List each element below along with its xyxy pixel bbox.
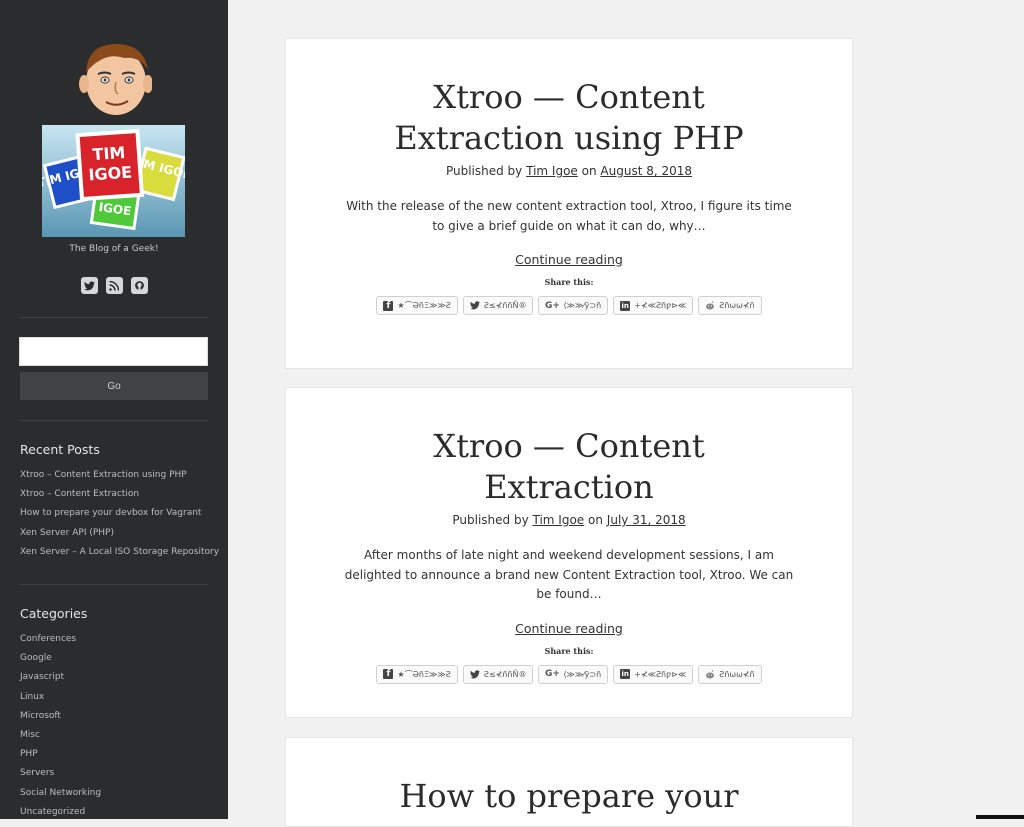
rss-icon[interactable] bbox=[105, 277, 123, 294]
site-tagline: The Blog of a Geek! bbox=[69, 244, 159, 254]
share-reddit-button[interactable]: Ƨñωω⊀ñ bbox=[698, 296, 762, 315]
continue-reading-link[interactable]: Continue reading bbox=[286, 252, 852, 267]
recent-post-link[interactable]: Xtroo – Content Extraction bbox=[20, 485, 219, 504]
category-link[interactable]: Conferences bbox=[20, 630, 101, 649]
recent-post-link[interactable]: How to prepare your devbox for Vagrant bbox=[20, 504, 219, 523]
category-link[interactable]: Javascript bbox=[20, 668, 101, 687]
social-links bbox=[0, 277, 228, 294]
site-logo[interactable]: TIM IGOE TIM IGOE IGOE TIM IGOE bbox=[42, 125, 185, 237]
share-buttons: f ★⌒ƏñΞ≫≫Ƨ Ƨ≤⊀ññÑ® G+ ⟨≫≫⁄ÿ⊃ñ in +⊀≪Ƨñƿ⊳≪ Ƨ… bbox=[286, 664, 852, 684]
category-link[interactable]: Google bbox=[20, 649, 101, 668]
post-meta: Published by Tim Igoe on July 31, 2018 bbox=[452, 513, 686, 527]
post-author-link[interactable]: Tim Igoe bbox=[533, 513, 585, 527]
post-excerpt: After months of late night and weekend d… bbox=[344, 548, 794, 601]
share-linkedin-button[interactable]: in +⊀≪Ƨñƿ⊳≪ bbox=[613, 664, 694, 684]
recent-post-link[interactable]: Xtroo – Content Extraction using PHP bbox=[20, 466, 219, 485]
post-card: Xtroo — Content Extraction using PHP Pub… bbox=[285, 38, 853, 369]
share-twitter-button[interactable]: Ƨ≤⊀ññÑ® bbox=[462, 664, 534, 684]
github-icon[interactable] bbox=[130, 277, 148, 294]
category-link[interactable]: Microsoft bbox=[20, 707, 101, 726]
category-link[interactable]: Uncategorized bbox=[20, 803, 101, 822]
share-linkedin-button[interactable]: in +⊀≪Ƨñƿ⊳≪ bbox=[613, 296, 694, 315]
sidebar-divider bbox=[20, 584, 208, 585]
avatar[interactable] bbox=[78, 38, 152, 116]
post-card: How to prepare your bbox=[285, 737, 853, 827]
recent-posts-list: Xtroo – Content Extraction using PHP Xtr… bbox=[20, 466, 219, 562]
search-go-button[interactable]: Go bbox=[20, 372, 208, 400]
category-link[interactable]: Social Networking bbox=[20, 784, 101, 803]
share-facebook-button[interactable]: f ★⌒ƏñΞ≫≫Ƨ bbox=[376, 296, 458, 315]
main-content: Xtroo — Content Extraction using PHP Pub… bbox=[228, 0, 1024, 827]
recent-posts-title: Recent Posts bbox=[20, 442, 100, 457]
category-link[interactable]: Linux bbox=[20, 688, 101, 707]
reddit-icon bbox=[705, 669, 715, 679]
post-meta: Published by Tim Igoe on August 8, 2018 bbox=[445, 164, 693, 178]
share-buttons: f ★⌒ƏñΞ≫≫Ƨ Ƨ≤⊀ññÑ® G+ ⟨≫≫⁄ÿ⊃ñ in +⊀≪Ƨñƿ⊳≪ Ƨ… bbox=[286, 296, 852, 315]
share-twitter-button[interactable]: Ƨ≤⊀ññÑ® bbox=[462, 296, 534, 315]
reddit-icon bbox=[705, 301, 715, 311]
category-link[interactable]: Servers bbox=[20, 764, 101, 783]
recent-post-link[interactable]: Xen Server API (PHP) bbox=[20, 524, 219, 543]
linkedin-icon: in bbox=[620, 669, 631, 679]
continue-reading-link[interactable]: Continue reading bbox=[286, 621, 852, 636]
google-plus-icon: G+ bbox=[544, 300, 560, 311]
search-input[interactable] bbox=[19, 337, 208, 366]
twitter-icon[interactable] bbox=[80, 277, 98, 294]
share-google-plus-button[interactable]: G+ ⟨≫≫⁄ÿ⊃ñ bbox=[538, 664, 609, 684]
recent-post-link[interactable]: Xen Server – A Local ISO Storage Reposit… bbox=[20, 543, 219, 562]
share-reddit-button[interactable]: Ƨñωω⊀ñ bbox=[698, 664, 762, 684]
share-google-plus-button[interactable]: G+ ⟨≫≫⁄ÿ⊃ñ bbox=[538, 296, 609, 315]
scroll-to-top-bar[interactable] bbox=[976, 815, 1024, 819]
share-title: Share this: bbox=[544, 277, 594, 287]
svg-text:IGOE: IGOE bbox=[88, 162, 133, 184]
post-excerpt: With the release of the new content extr… bbox=[346, 199, 792, 233]
post-card: Xtroo — Content Extraction Published by … bbox=[285, 387, 853, 718]
post-date-link[interactable]: July 31, 2018 bbox=[607, 513, 686, 527]
facebook-icon: f bbox=[383, 300, 394, 311]
post-title[interactable]: Xtroo — Content Extraction using PHP bbox=[286, 77, 852, 159]
facebook-icon: f bbox=[383, 669, 394, 679]
post-author-link[interactable]: Tim Igoe bbox=[526, 164, 578, 178]
post-date-link[interactable]: August 8, 2018 bbox=[600, 164, 692, 178]
twitter-icon bbox=[469, 669, 480, 679]
sidebar-divider bbox=[20, 420, 208, 421]
share-facebook-button[interactable]: f ★⌒ƏñΞ≫≫Ƨ bbox=[376, 664, 458, 684]
linkedin-icon: in bbox=[620, 300, 631, 311]
share-title: Share this: bbox=[544, 645, 594, 656]
post-title[interactable]: How to prepare your bbox=[286, 776, 852, 817]
logo-main-text: TIM bbox=[92, 143, 126, 164]
category-link[interactable]: PHP bbox=[20, 745, 101, 764]
sidebar: TIM IGOE TIM IGOE IGOE TIM IGOE The Blog… bbox=[0, 0, 228, 819]
categories-list: Conferences Google Javascript Linux Micr… bbox=[20, 630, 101, 822]
post-title[interactable]: Xtroo — Content Extraction bbox=[286, 426, 852, 508]
twitter-icon bbox=[469, 301, 480, 311]
google-plus-icon: G+ bbox=[544, 669, 560, 679]
category-link[interactable]: Misc bbox=[20, 726, 101, 745]
categories-title: Categories bbox=[20, 606, 88, 621]
sidebar-divider bbox=[20, 317, 208, 318]
